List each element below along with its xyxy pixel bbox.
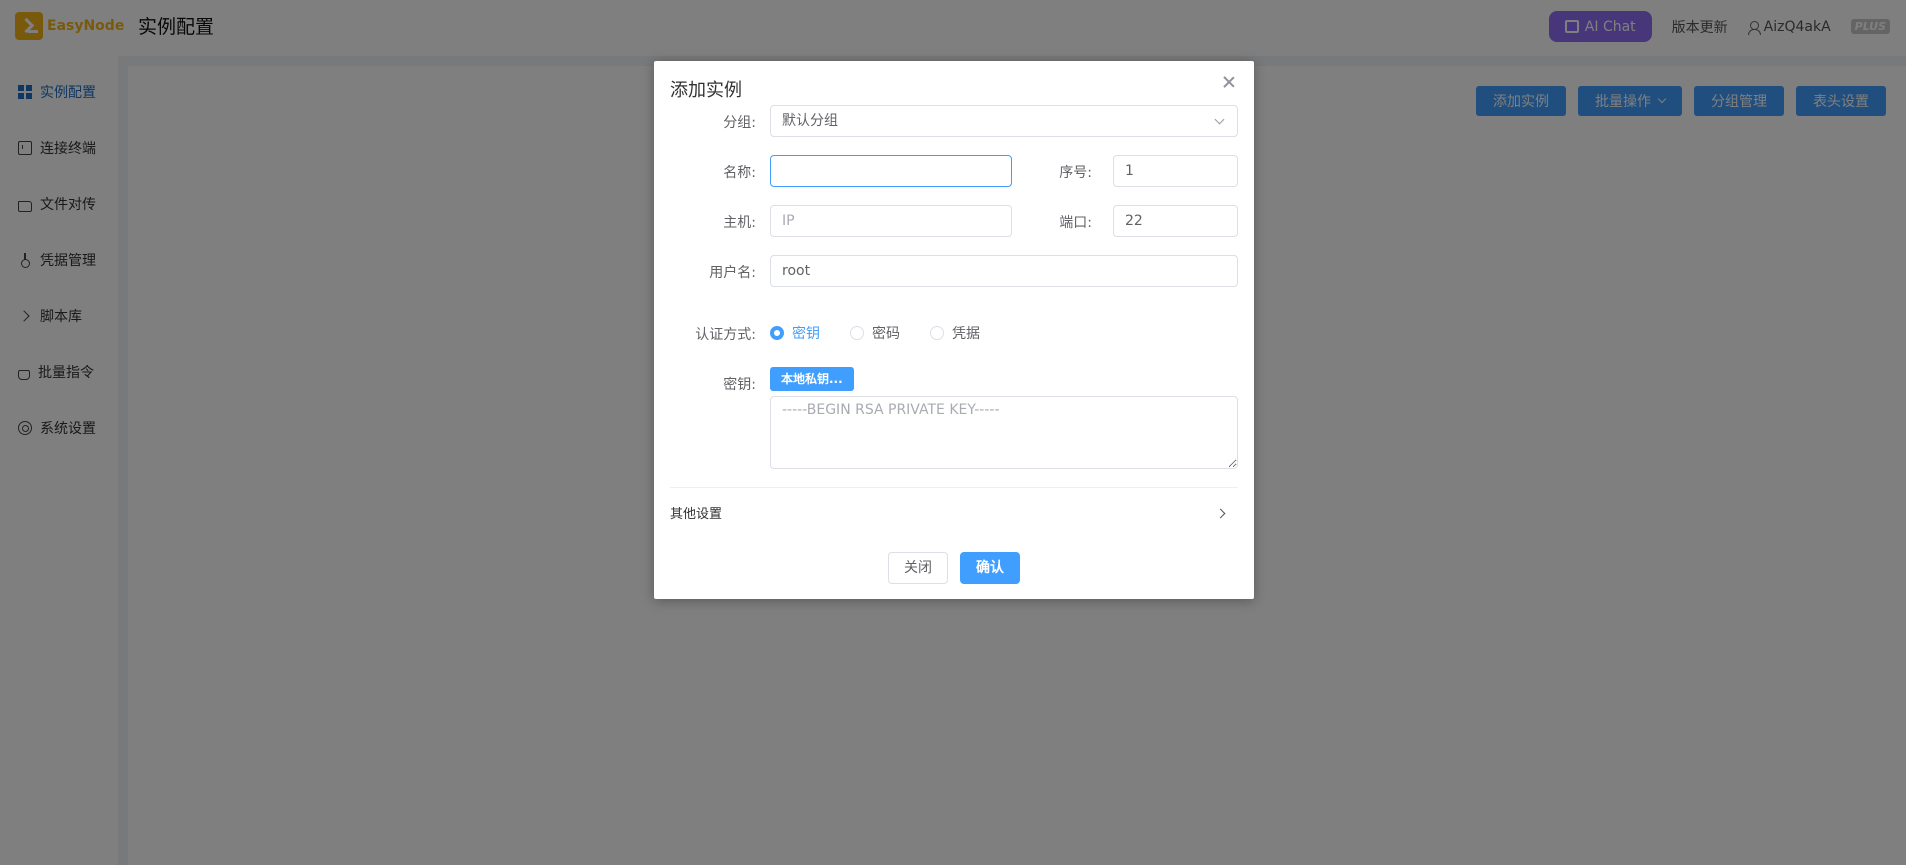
- group-select[interactable]: 默认分组: [770, 105, 1238, 137]
- confirm-button[interactable]: 确认: [960, 552, 1020, 584]
- local-private-key-button[interactable]: 本地私钥...: [770, 367, 854, 391]
- private-key-textarea[interactable]: [770, 396, 1238, 469]
- host-label: 主机:: [723, 215, 756, 231]
- auth-radio-key[interactable]: 密钥: [770, 323, 820, 343]
- close-icon[interactable]: [1222, 75, 1236, 89]
- port-input[interactable]: [1113, 205, 1238, 237]
- auth-method-label: 认证方式:: [695, 327, 756, 343]
- close-button[interactable]: 关闭: [888, 552, 948, 584]
- username-label: 用户名:: [709, 265, 756, 281]
- radio-unchecked-icon: [930, 326, 944, 340]
- auth-option-label: 凭据: [952, 326, 980, 342]
- auth-radio-credential[interactable]: 凭据: [930, 323, 980, 343]
- username-input[interactable]: [770, 255, 1238, 287]
- index-input[interactable]: [1113, 155, 1238, 187]
- other-settings-toggle[interactable]: 其他设置: [670, 503, 722, 522]
- name-input[interactable]: [770, 155, 1012, 187]
- radio-unchecked-icon: [850, 326, 864, 340]
- divider: [670, 487, 1238, 488]
- chevron-right-icon[interactable]: [1215, 508, 1226, 519]
- add-instance-dialog: 添加实例 分组: 默认分组 名称: 序号: 主机: 端口: 用户名: 认证方式:…: [654, 61, 1254, 599]
- index-label: 序号:: [1059, 165, 1092, 181]
- host-input[interactable]: [770, 205, 1012, 237]
- dialog-title: 添加实例: [670, 80, 742, 101]
- auth-method-radio-group: 密钥 密码 凭据: [770, 323, 980, 343]
- key-label: 密钥:: [723, 377, 756, 393]
- chevron-down-icon: [1214, 114, 1225, 125]
- group-select-value: 默认分组: [782, 113, 838, 129]
- name-label: 名称:: [723, 165, 756, 181]
- radio-checked-icon: [770, 326, 784, 340]
- auth-option-label: 密码: [872, 326, 900, 342]
- auth-radio-password[interactable]: 密码: [850, 323, 900, 343]
- auth-option-label: 密钥: [792, 326, 820, 342]
- group-label: 分组:: [723, 115, 756, 131]
- port-label: 端口:: [1059, 215, 1092, 231]
